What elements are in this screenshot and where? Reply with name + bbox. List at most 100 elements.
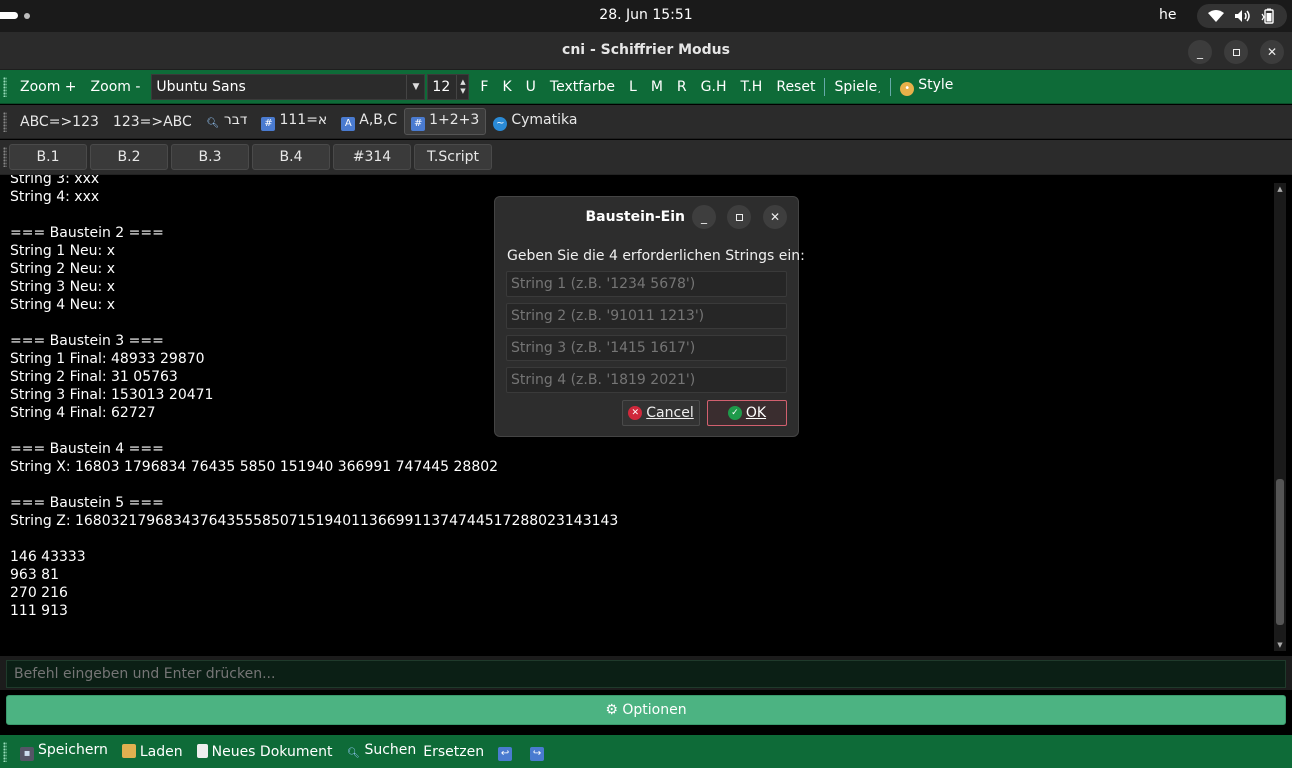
wave-icon: ~ bbox=[493, 117, 508, 131]
b1-button[interactable]: B.1 bbox=[9, 144, 87, 170]
minimize-icon: _ bbox=[701, 210, 707, 224]
editor-line: 963 81 bbox=[10, 567, 59, 583]
zoom-out-button[interactable]: Zoom - bbox=[84, 79, 148, 95]
zoom-in-button[interactable]: Zoom + bbox=[13, 79, 84, 95]
baustein-dialog: Baustein-Ein _ ✕ Geben Sie die 4 erforde… bbox=[494, 196, 805, 437]
search-icon: 🔍︎ bbox=[347, 748, 360, 759]
system-clock[interactable]: 28. Jun 15:51 bbox=[0, 7, 1292, 23]
load-button[interactable]: Laden bbox=[115, 743, 190, 760]
align-left-button[interactable]: L bbox=[622, 79, 644, 95]
string-4-field[interactable] bbox=[506, 367, 787, 393]
dialog-minimize-button[interactable]: _ bbox=[692, 205, 716, 229]
spin-arrows-icon[interactable]: ▲ ▼ bbox=[456, 74, 468, 99]
align-center-button[interactable]: M bbox=[644, 79, 670, 95]
bold-button[interactable]: F bbox=[473, 79, 495, 95]
toolbar-grip[interactable] bbox=[3, 76, 7, 97]
string-3-field[interactable] bbox=[506, 335, 787, 361]
123-to-abc-button[interactable]: 123=>ABC bbox=[106, 114, 199, 130]
search-button[interactable]: 🔍︎ Suchen bbox=[339, 742, 423, 761]
dialog-maximize-button[interactable] bbox=[727, 205, 751, 229]
format-toolbar: Zoom + Zoom - Ubuntu Sans ▼ 12 ▲ ▼ F K U … bbox=[0, 70, 1292, 104]
string-1-field[interactable] bbox=[506, 271, 787, 297]
numbers-icon: # bbox=[261, 117, 276, 131]
search-label: Suchen bbox=[364, 742, 417, 758]
system-tray[interactable] bbox=[1197, 4, 1287, 28]
font-family-value: Ubuntu Sans bbox=[156, 78, 246, 95]
wifi-icon bbox=[1208, 10, 1225, 22]
replace-button[interactable]: Ersetzen bbox=[423, 744, 491, 760]
spiele-menu-button[interactable]: Spiele¸ bbox=[827, 79, 888, 95]
reset-button[interactable]: Reset bbox=[769, 79, 822, 95]
cipher-toolbar: ABC=>123 123=>ABC 🔍︎ דבר # א=111 A A,B,C #1… bbox=[0, 105, 1292, 139]
font-size-value: 12 bbox=[432, 78, 451, 95]
abc-list-button[interactable]: A A,B,C bbox=[334, 112, 404, 131]
sum-button[interactable]: #1+2+3 bbox=[404, 108, 487, 135]
dialog-close-button[interactable]: ✕ bbox=[763, 205, 787, 229]
num314-button[interactable]: #314 bbox=[333, 144, 411, 170]
dialog-prompt: Geben Sie die 4 erforderlichen Strings e… bbox=[507, 248, 805, 264]
toolbar-grip[interactable] bbox=[3, 111, 7, 132]
ok-button[interactable]: ✓ OK bbox=[707, 400, 787, 426]
close-icon: ✕ bbox=[769, 210, 781, 224]
toolbar-separator bbox=[890, 77, 892, 96]
system-top-bar: 28. Jun 15:51 he bbox=[0, 0, 1292, 32]
underline-button[interactable]: U bbox=[519, 79, 543, 95]
b2-button[interactable]: B.2 bbox=[90, 144, 168, 170]
new-document-button[interactable]: Neues Dokument bbox=[190, 743, 340, 760]
align-right-button[interactable]: R bbox=[670, 79, 694, 95]
minimize-icon: _ bbox=[1197, 45, 1203, 59]
string-2-field[interactable] bbox=[506, 303, 787, 329]
scrollbar-thumb[interactable] bbox=[1276, 479, 1284, 625]
keyboard-language[interactable]: he bbox=[1159, 7, 1177, 23]
maximize-icon bbox=[735, 213, 743, 221]
font-family-select[interactable]: Ubuntu Sans ▼ bbox=[151, 73, 426, 100]
close-button[interactable]: ✕ bbox=[1260, 40, 1284, 64]
toolbar-grip[interactable] bbox=[3, 741, 7, 762]
cancel-button[interactable]: ✕ Cancel bbox=[622, 400, 700, 426]
window-title: cni - Schiffrier Modus bbox=[562, 42, 730, 58]
italic-button[interactable]: K bbox=[495, 79, 518, 95]
tscript-button[interactable]: T.Script bbox=[414, 144, 492, 170]
editor-line: === Baustein 4 === bbox=[10, 441, 164, 457]
th-button[interactable]: T.H bbox=[733, 79, 769, 95]
text-color-button[interactable]: Textfarbe bbox=[543, 79, 622, 95]
editor-line: 146 43333 bbox=[10, 549, 86, 565]
numbers-icon: # bbox=[411, 117, 426, 131]
b4-button[interactable]: B.4 bbox=[252, 144, 330, 170]
alef-button[interactable]: # א=111 bbox=[254, 112, 334, 131]
folder-icon bbox=[121, 743, 136, 758]
menu-arrow-icon: ¸ bbox=[877, 83, 882, 93]
b3-button[interactable]: B.3 bbox=[171, 144, 249, 170]
cymatika-button[interactable]: ~ Cymatika bbox=[486, 112, 584, 131]
editor-line: String X: 16803 1796834 76435 5850 15194… bbox=[10, 459, 499, 475]
ok-label: OK bbox=[745, 405, 767, 421]
editor-line: String Z: 168032179683437643555850715194… bbox=[10, 513, 619, 529]
editor-line: 270 216 bbox=[10, 585, 68, 601]
gh-button[interactable]: G.H bbox=[694, 79, 734, 95]
scroll-down-icon[interactable]: ▼ bbox=[1274, 639, 1286, 651]
maximize-button[interactable] bbox=[1224, 40, 1248, 64]
options-button[interactable]: ⚙ Optionen bbox=[6, 695, 1286, 725]
cancel-icon: ✕ bbox=[628, 406, 643, 420]
save-button[interactable]: ▪ Speichern bbox=[13, 742, 115, 761]
style-label: Style bbox=[918, 77, 954, 93]
dvar-label: דבר bbox=[223, 112, 248, 128]
dvar-button[interactable]: 🔍︎ דבר bbox=[199, 112, 255, 131]
style-button[interactable]: • Style bbox=[893, 77, 960, 96]
scroll-up-icon[interactable]: ▲ bbox=[1274, 183, 1286, 195]
check-icon: ✓ bbox=[727, 406, 742, 420]
abc-to-123-button[interactable]: ABC=>123 bbox=[13, 114, 106, 130]
cancel-label: Cancel bbox=[646, 405, 694, 421]
editor-scrollbar[interactable]: ▲ ▼ bbox=[1274, 183, 1286, 651]
minimize-button[interactable]: _ bbox=[1188, 40, 1212, 64]
save-label: Speichern bbox=[38, 742, 108, 758]
undo-button[interactable]: ↩ bbox=[491, 742, 523, 761]
baustein-toolbar: B.1 B.2 B.3 B.4 #314 T.Script bbox=[0, 140, 1292, 174]
redo-button[interactable]: ↪ bbox=[523, 742, 555, 761]
command-input[interactable] bbox=[6, 660, 1286, 688]
toolbar-grip[interactable] bbox=[3, 147, 7, 167]
sum-label: 1+2+3 bbox=[429, 112, 480, 128]
font-size-spinbox[interactable]: 12 ▲ ▼ bbox=[427, 73, 470, 100]
